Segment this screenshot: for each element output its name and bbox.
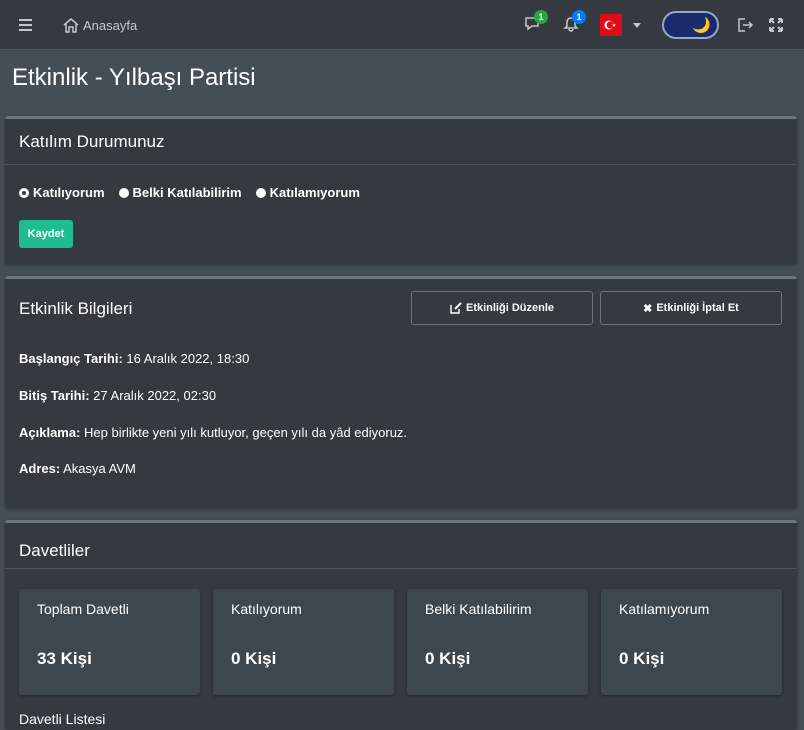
event-info-card-header: Etkinlik Bilgileri Etkinliği Düzenle ✖ E… bbox=[5, 279, 797, 325]
messages-button[interactable]: 1 bbox=[522, 10, 548, 35]
stat-not-attending-value: 0 Kişi bbox=[619, 649, 665, 668]
stat-maybe-label: Belki Katılabilirim bbox=[425, 601, 532, 617]
turkish-flag-icon[interactable] bbox=[600, 14, 622, 36]
end-date-value: 27 Aralık 2022, 02:30 bbox=[93, 388, 217, 403]
invitees-card: Davetliler Toplam Davetli 33 Kişi Katılı… bbox=[5, 520, 797, 730]
invitees-card-header: Davetliler bbox=[5, 523, 797, 569]
radio-not-attending[interactable]: Katılamıyorum bbox=[255, 185, 360, 200]
attendance-card-header: Katılım Durumunuz bbox=[5, 119, 797, 165]
radio-maybe[interactable]: Belki Katılabilirim bbox=[118, 185, 242, 200]
logout-button[interactable] bbox=[735, 15, 755, 35]
edit-icon bbox=[450, 302, 462, 314]
edit-event-button[interactable]: Etkinliği Düzenle bbox=[411, 291, 593, 325]
description-label: Açıklama: bbox=[19, 425, 81, 440]
stat-not-attending: Katılamıyorum 0 Kişi bbox=[601, 589, 782, 695]
cancel-event-label: Etkinliği İptal Et bbox=[656, 302, 739, 314]
start-date-value: 16 Aralık 2022, 18:30 bbox=[126, 351, 250, 366]
save-button[interactable]: Kaydet bbox=[19, 220, 73, 248]
start-date-row: Başlangıç Tarihi: 16 Aralık 2022, 18:30 bbox=[19, 351, 249, 366]
attendance-options: Katılıyorum Belki Katılabilirim Katılamı… bbox=[19, 185, 360, 200]
stat-total-invited: Toplam Davetli 33 Kişi bbox=[19, 589, 200, 695]
start-date-label: Başlangıç Tarihi: bbox=[19, 351, 123, 366]
moon-icon: 🌙 bbox=[692, 17, 711, 34]
radio-attending[interactable]: Katılıyorum bbox=[19, 185, 105, 200]
description-value: Hep birlikte yeni yılı kutluyor, geçen y… bbox=[84, 425, 408, 440]
stat-attending-value: 0 Kişi bbox=[231, 649, 277, 668]
menu-toggle-icon[interactable] bbox=[14, 15, 36, 35]
notifications-badge: 1 bbox=[572, 10, 586, 24]
stat-attending: Katılıyorum 0 Kişi bbox=[213, 589, 394, 695]
radio-not-attending-label: Katılamıyorum bbox=[269, 185, 360, 200]
attendance-card-title: Katılım Durumunuz bbox=[19, 132, 165, 151]
invitees-card-title: Davetliler bbox=[19, 541, 90, 560]
event-info-card-title: Etkinlik Bilgileri bbox=[19, 299, 133, 318]
home-link-label: Anasayfa bbox=[83, 17, 138, 33]
event-info-card: Etkinlik Bilgileri Etkinliği Düzenle ✖ E… bbox=[5, 276, 797, 508]
stat-total-value: 33 Kişi bbox=[37, 649, 92, 668]
stat-attending-label: Katılıyorum bbox=[231, 601, 302, 617]
notifications-button[interactable]: 1 bbox=[560, 10, 586, 35]
stat-maybe-value: 0 Kişi bbox=[425, 649, 471, 668]
radio-attending-label: Katılıyorum bbox=[33, 185, 105, 200]
close-icon: ✖ bbox=[643, 302, 653, 315]
radio-maybe-label: Belki Katılabilirim bbox=[132, 185, 242, 200]
crescent-star-icon bbox=[604, 20, 616, 30]
fullscreen-button[interactable] bbox=[766, 15, 786, 35]
top-navbar: Anasayfa 1 1 🌙 bbox=[0, 0, 804, 50]
attendance-card: Katılım Durumunuz Katılıyorum Belki Katı… bbox=[5, 116, 797, 264]
messages-badge: 1 bbox=[534, 10, 548, 24]
edit-event-label: Etkinliği Düzenle bbox=[465, 302, 554, 314]
home-link[interactable]: Anasayfa bbox=[62, 15, 137, 35]
address-value: Akasya AVM bbox=[63, 461, 136, 476]
address-label: Adres: bbox=[19, 461, 61, 476]
stat-maybe: Belki Katılabilirim 0 Kişi bbox=[407, 589, 588, 695]
address-row: Adres: Akasya AVM bbox=[19, 461, 136, 476]
radio-attending-dot[interactable] bbox=[19, 187, 29, 198]
invitee-list-title: Davetli Listesi bbox=[19, 711, 106, 727]
end-date-row: Bitiş Tarihi: 27 Aralık 2022, 02:30 bbox=[19, 388, 216, 403]
page-title: Etkinlik - Yılbaşı Partisi bbox=[12, 64, 256, 91]
stat-total-label: Toplam Davetli bbox=[37, 601, 129, 617]
dark-mode-toggle[interactable]: 🌙 bbox=[662, 11, 719, 39]
home-icon bbox=[63, 18, 79, 33]
language-dropdown-caret-icon[interactable] bbox=[630, 18, 644, 32]
description-row: Açıklama: Hep birlikte yeni yılı kutluyo… bbox=[19, 425, 407, 440]
stat-not-attending-label: Katılamıyorum bbox=[619, 601, 710, 617]
cancel-event-button[interactable]: ✖ Etkinliği İptal Et bbox=[600, 291, 782, 325]
radio-not-attending-dot[interactable] bbox=[255, 187, 266, 198]
logout-icon bbox=[738, 18, 754, 32]
radio-maybe-dot[interactable] bbox=[118, 187, 129, 198]
expand-icon bbox=[769, 18, 783, 32]
end-date-label: Bitiş Tarihi: bbox=[19, 388, 90, 403]
